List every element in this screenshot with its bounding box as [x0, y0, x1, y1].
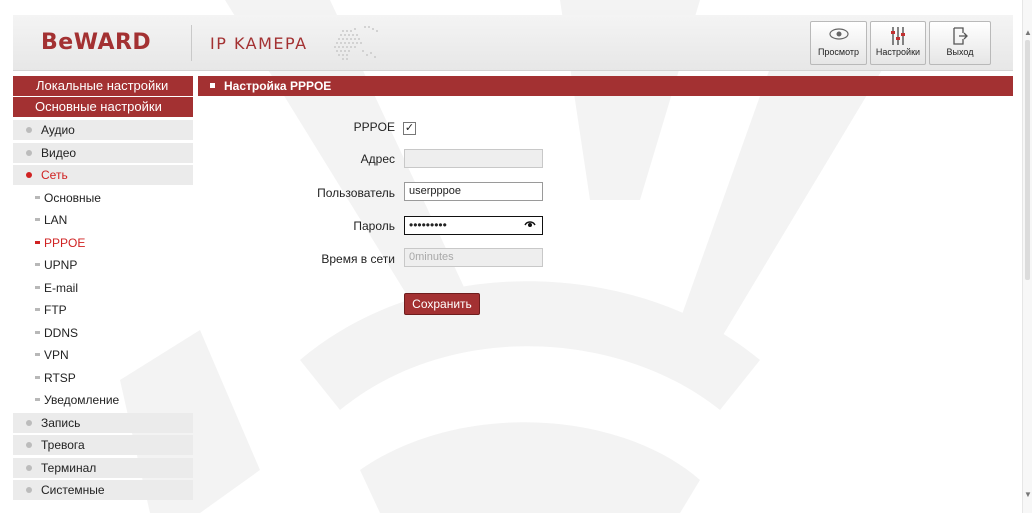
sidebar-item-label: Системные: [41, 483, 105, 497]
bullet-icon: [35, 218, 40, 221]
bullet-icon: [26, 127, 32, 133]
bullet-icon: [26, 419, 32, 426]
sidebar-item-main-settings[interactable]: Основные настройки: [13, 97, 193, 117]
sidebar-item-label: Терминал: [41, 460, 97, 475]
password-field[interactable]: •••••••••: [404, 216, 543, 235]
sidebar-item-label: Аудио: [41, 123, 75, 137]
world-map-dots-graphic: [334, 26, 378, 60]
sidebar-item-record[interactable]: Запись: [13, 412, 193, 433]
bullet-icon: [26, 149, 32, 156]
pppoe-checkbox[interactable]: ✓: [403, 122, 416, 135]
sidebar-item-audio[interactable]: Аудио: [13, 120, 193, 140]
bullet-icon: [35, 398, 40, 401]
bullet-icon: [35, 240, 40, 244]
online-time-label: Время в сети: [321, 252, 395, 266]
sidebar-item-label: Тревога: [41, 438, 85, 452]
password-value: •••••••••: [409, 218, 447, 232]
top-header: BeWARD IP KAMEPA Просмотр Настройки Выхо…: [13, 15, 1013, 71]
sidebar-item-terminal[interactable]: Терминал: [13, 457, 193, 478]
bullet-icon: [35, 330, 40, 334]
sidebar-item-alarm[interactable]: Тревога: [13, 435, 193, 455]
product-title: IP KAMEPA: [210, 34, 308, 53]
sidebar-subitem-upnp[interactable]: UPNP: [13, 255, 193, 275]
page-title: Настройка PPPOE: [224, 79, 332, 93]
sidebar-subitem-ddns[interactable]: DDNS: [13, 323, 193, 343]
bullet-icon: [26, 172, 32, 178]
sidebar-item-video[interactable]: Видео: [13, 142, 193, 163]
address-label: Адрес: [360, 152, 395, 166]
page-title-bar: Настройка PPPOE: [198, 76, 1013, 96]
title-bullet-icon: [210, 83, 215, 88]
bullet-icon: [35, 285, 40, 289]
scroll-up-icon[interactable]: ▲: [1024, 28, 1032, 37]
sidebar-item-label: Запись: [41, 415, 81, 430]
sidebar-subitem-label: RTSP: [44, 370, 76, 385]
exit-button-label: Выход: [946, 47, 974, 57]
show-password-eye-icon[interactable]: [524, 217, 536, 234]
bullet-icon: [26, 442, 32, 448]
sidebar-subitem-label: LAN: [44, 213, 68, 227]
app-root: BeWARD IP KAMEPA Просмотр Настройки Выхо…: [0, 0, 1032, 513]
password-label: Пароль: [353, 219, 395, 233]
sidebar-subitem-pppoe[interactable]: PPPOE: [13, 233, 193, 253]
sidebar-subitem-label: DDNS: [44, 325, 79, 340]
sidebar-subitem-lan[interactable]: LAN: [13, 210, 193, 230]
settings-button[interactable]: Настройки: [870, 21, 926, 65]
scrollbar-thumb[interactable]: [1025, 40, 1030, 280]
username-field[interactable]: userpppoe: [404, 182, 543, 201]
sidebar-subitem-rtsp[interactable]: RTSP: [13, 368, 193, 388]
sidebar-subitem-label: FTP: [44, 303, 67, 317]
bullet-icon: [35, 195, 40, 199]
view-button-label: Просмотр: [817, 47, 860, 57]
sidebar-item-label: Сеть: [41, 168, 68, 182]
eye-icon: [811, 22, 866, 46]
bullet-icon: [35, 353, 40, 356]
sidebar-subitem-label: PPPOE: [44, 235, 86, 250]
exit-button[interactable]: Выход: [929, 21, 991, 65]
sidebar-item-system[interactable]: Системные: [13, 480, 193, 500]
bullet-icon: [35, 375, 40, 379]
scroll-down-icon[interactable]: ▼: [1024, 490, 1032, 499]
sidebar-item-network[interactable]: Сеть: [13, 165, 193, 185]
settings-button-label: Настройки: [875, 47, 921, 57]
sidebar-subitem-label: Уведомление: [44, 393, 120, 407]
view-button[interactable]: Просмотр: [810, 21, 867, 65]
sidebar-subitem-notification[interactable]: Уведомление: [13, 390, 193, 410]
exit-icon: [930, 22, 990, 46]
sidebar: Локальные настройки Основные настройки А…: [13, 76, 193, 503]
sidebar-subitem-label: VPN: [44, 348, 69, 362]
sidebar-subitem-label: UPNP: [44, 258, 78, 272]
online-time-field: 0minutes: [404, 248, 543, 267]
sidebar-subitem-email[interactable]: E-mail: [13, 278, 193, 298]
sidebar-subitem-label: Основные: [44, 190, 101, 205]
user-label: Пользователь: [317, 186, 395, 200]
header-divider: [191, 25, 192, 61]
beward-logo: BeWARD: [41, 30, 152, 55]
sidebar-subitem-basic[interactable]: Основные: [13, 188, 193, 208]
address-field[interactable]: [404, 149, 543, 168]
sidebar-subitem-ftp[interactable]: FTP: [13, 300, 193, 320]
pppoe-label: PPPOE: [353, 120, 395, 134]
sidebar-item-label: Видео: [41, 145, 77, 160]
sidebar-subitem-label: E-mail: [44, 280, 79, 295]
main-panel: Настройка PPPOE PPPOE ✓ Адрес Пользовате…: [198, 76, 1013, 315]
bullet-icon: [35, 263, 40, 266]
bullet-icon: [26, 487, 32, 493]
sliders-icon: [871, 22, 925, 46]
bullet-icon: [26, 464, 32, 471]
sidebar-subitem-vpn[interactable]: VPN: [13, 345, 193, 365]
vertical-scrollbar[interactable]: ▲ ▼: [1022, 0, 1032, 513]
sidebar-item-local-settings[interactable]: Локальные настройки: [13, 76, 193, 96]
bullet-icon: [35, 308, 40, 311]
save-button[interactable]: Сохранить: [404, 293, 480, 315]
